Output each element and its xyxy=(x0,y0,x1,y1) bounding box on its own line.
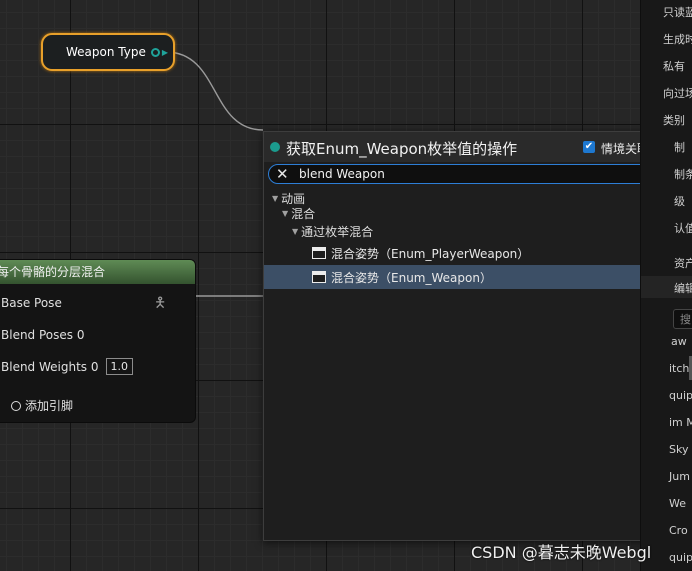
search-input[interactable] xyxy=(299,166,639,182)
tree-label: 混合 xyxy=(291,206,316,221)
panel-prop: 只读蓝 xyxy=(663,6,692,19)
panel-prop: 类别 xyxy=(663,114,685,127)
panel-section-header[interactable]: 编辑 xyxy=(641,276,692,298)
panel-list-item[interactable]: We xyxy=(669,497,686,510)
menu-title: 获取Enum_Weapon枚举值的操作 xyxy=(286,140,518,158)
blend-poses-pin-row[interactable]: 🯅 Blend Poses 0 xyxy=(0,324,84,346)
expand-triangle-icon[interactable]: ▼ xyxy=(272,194,278,203)
base-pose-label: Base Pose xyxy=(1,296,62,310)
weapon-type-output-pin[interactable] xyxy=(150,47,160,57)
panel-search-input[interactable]: 搜 xyxy=(673,309,692,329)
panel-list-item[interactable]: Sky xyxy=(669,443,688,456)
details-panel: 只读蓝 生成时 私有 向过场 类别 制 制条 级 认值 资产 编辑 搜 aw i… xyxy=(640,0,692,571)
add-pin-icon[interactable] xyxy=(11,400,21,411)
tree-item-blend-weapon[interactable]: 混合姿势（Enum_Weapon） xyxy=(264,265,692,289)
panel-list-item[interactable]: Cro xyxy=(669,524,688,537)
weapon-type-node[interactable]: Weapon Type ▶ xyxy=(41,33,175,71)
output-pose-pin-icon[interactable]: 🯅 xyxy=(154,292,166,316)
base-pose-pin-row[interactable]: 🯅 Base Pose xyxy=(0,292,62,314)
clear-search-icon[interactable]: ✕ xyxy=(276,165,289,184)
add-pin-row[interactable]: 添加引脚 xyxy=(0,397,73,414)
tree-item-blend-player-weapon[interactable]: 混合姿势（Enum_PlayerWeapon） xyxy=(264,241,692,265)
add-pin-label: 添加引脚 xyxy=(25,399,74,413)
panel-list-item[interactable]: im M xyxy=(669,416,692,429)
action-context-menu: 获取Enum_Weapon枚举值的操作 ✔ 情境关联 ▶ ✕ ▼ 动画 ▼ 混合… xyxy=(263,131,692,541)
enum-dot-icon xyxy=(270,142,280,152)
panel-prop: 认值 xyxy=(674,222,692,235)
blend-weights-pin-row[interactable]: ▶ Blend Weights 0 1.0 xyxy=(0,358,133,375)
panel-prop: 生成时 xyxy=(663,33,692,46)
layered-blend-title: 每个骨骼的分层混合 xyxy=(0,260,195,284)
panel-prop: 编辑 xyxy=(674,282,692,295)
panel-prop: 资产 xyxy=(674,257,692,270)
panel-prop: 制 xyxy=(674,141,685,154)
panel-list-item[interactable]: quip xyxy=(669,551,692,564)
blend-weights-label: Blend Weights 0 xyxy=(1,359,99,374)
tree-category-blend-by-enum[interactable]: ▼ 通过枚举混合 xyxy=(264,222,692,240)
weapon-type-label: Weapon Type xyxy=(66,45,146,59)
function-icon xyxy=(312,271,326,283)
search-box[interactable]: ✕ xyxy=(268,164,666,184)
watermark: CSDN @暮志未晚Webgl xyxy=(471,543,652,562)
blend-weights-value-input[interactable]: 1.0 xyxy=(105,358,133,375)
panel-list-item[interactable]: aw xyxy=(671,335,687,348)
blend-poses-label: Blend Poses 0 xyxy=(1,328,85,342)
tree-label: 混合姿势（Enum_Weapon） xyxy=(331,270,492,285)
tree-category-blend[interactable]: ▼ 混合 xyxy=(264,204,688,222)
tree-label: 混合姿势（Enum_PlayerWeapon） xyxy=(331,246,530,261)
context-sensitive-checkbox[interactable]: ✔ xyxy=(583,141,595,153)
layered-blend-node[interactable]: 每个骨骼的分层混合 🯅 Base Pose 🯅 🯅 Blend Poses 0 … xyxy=(0,259,196,423)
panel-prop: 制条 xyxy=(674,168,692,181)
wire-weapon-type xyxy=(165,51,264,131)
panel-prop: 向过场 xyxy=(663,87,692,100)
panel-prop: 私有 xyxy=(663,60,685,73)
panel-list-item[interactable]: Jum xyxy=(669,470,690,483)
menu-header: 获取Enum_Weapon枚举值的操作 ✔ 情境关联 ▶ xyxy=(264,132,670,162)
panel-prop: 级 xyxy=(674,195,685,208)
weapon-type-pin-arrow-icon: ▶ xyxy=(161,47,168,57)
panel-list-item[interactable]: quip xyxy=(669,389,692,402)
panel-list-item[interactable]: itch xyxy=(669,362,689,375)
tree-label: 通过枚举混合 xyxy=(301,224,374,239)
expand-triangle-icon[interactable]: ▼ xyxy=(292,227,298,236)
function-icon xyxy=(312,247,326,259)
expand-triangle-icon[interactable]: ▼ xyxy=(282,209,288,218)
